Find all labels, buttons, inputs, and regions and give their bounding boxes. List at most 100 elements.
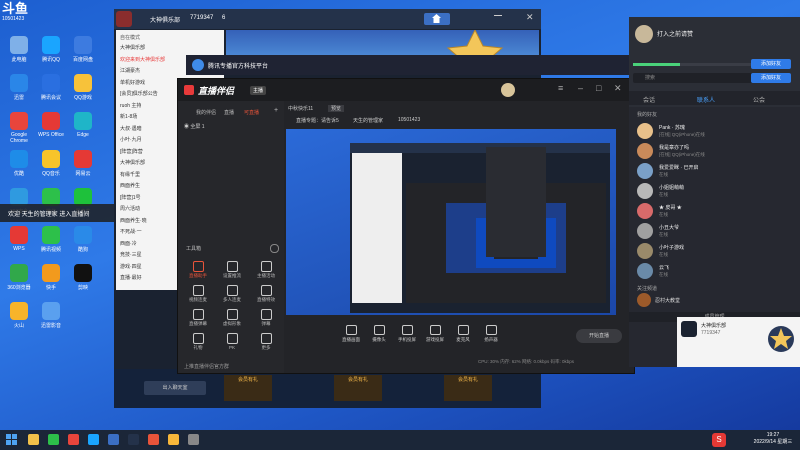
footer-tip[interactable]: 上推直播伴侣官方群 [184, 363, 229, 370]
desktop-icon[interactable]: 剪映 [68, 264, 98, 291]
file-explorer-icon[interactable] [28, 434, 39, 445]
desktop-icon[interactable]: 腾讯QQ [36, 36, 66, 63]
tool-item[interactable]: 直播弹幕 [182, 309, 214, 327]
minimize-stream-icon[interactable]: – [578, 83, 583, 93]
club-list-item[interactable]: [阵营]1号 [120, 194, 141, 201]
vip-gift-button-2[interactable]: 会员有礼 [334, 375, 382, 401]
club-list-item[interactable]: 西面养生·晓 [120, 217, 147, 224]
friend-item[interactable]: 我爱爱眯 · 已开启 在线 [629, 161, 800, 181]
desktop-icon[interactable]: Edge [68, 112, 98, 138]
tool-item[interactable]: 礼物 [182, 333, 214, 351]
qq-contact-window[interactable]: 打入之前请赞 搜索 添加好友 添加好友 会话 联系人 公会 我的好友 Pank … [629, 17, 800, 367]
desktop-icon[interactable]: 360浏览器 [4, 264, 34, 291]
app-taskbar-icon-1[interactable] [108, 434, 119, 445]
club-list-item[interactable]: 西面·冷 [120, 240, 137, 247]
club-list-item[interactable]: 大神俱乐部 [120, 44, 145, 51]
stream-taskbar-icon[interactable] [148, 434, 159, 445]
desktop-icon[interactable]: 腾讯视频 [36, 226, 66, 253]
add-friend-button-2[interactable]: 添加好友 [751, 73, 791, 83]
nav-tab-available[interactable]: 可直播 [244, 109, 259, 116]
nav-tab-mine[interactable]: 我的伴侣 [196, 109, 216, 116]
add-scene-icon[interactable]: + [274, 107, 278, 114]
desktop-icon[interactable]: 腾讯会议 [36, 74, 66, 101]
windows-start-icon[interactable] [6, 434, 18, 446]
douyu-desktop-badge[interactable]: 斗鱼 10501423 [2, 2, 38, 28]
bottom-tool[interactable]: 直播画面 [338, 325, 364, 343]
start-live-button[interactable]: 开始直播 [576, 329, 622, 343]
stream-companion-window[interactable]: 直播伴侣 主播 ≡ – □ ✕ 我的伴侣 直播 可直播 + ◉ 全屏 1 工具箱… [177, 78, 635, 374]
bottom-tool[interactable]: 麦克风 [450, 325, 476, 343]
tool-item[interactable]: 更多 [250, 333, 282, 351]
friend-item[interactable]: 小丑大爷 在线 [629, 221, 800, 241]
menu-icon[interactable]: ≡ [558, 83, 563, 93]
club-list-item[interactable]: 大神俱乐部 [120, 159, 145, 166]
club-list-item[interactable]: 不死战·一 [120, 228, 142, 235]
tool-item[interactable]: PK [216, 333, 248, 350]
add-friend-button-1[interactable]: 添加好友 [751, 59, 791, 69]
desktop-icon[interactable]: 百度网盘 [68, 36, 98, 63]
club-list-item[interactable]: 竞技·三星 [120, 251, 142, 258]
bottom-tool[interactable]: 游戏投屏 [422, 325, 448, 343]
friend-item[interactable]: 小叶子游戏 在线 [629, 241, 800, 261]
close-stream-icon[interactable]: ✕ [614, 83, 622, 94]
club-list-item[interactable]: 单机好游戏 [120, 79, 145, 86]
tool-item[interactable]: 设置推流 [216, 261, 248, 279]
club-list-item[interactable]: 直播·最好 [120, 274, 142, 281]
friend-item[interactable]: 小姐姐萌萌 在线 [629, 181, 800, 201]
app-taskbar-icon-4[interactable] [188, 434, 199, 445]
friends-section[interactable]: 我的好友 [637, 111, 657, 118]
tab-sessions[interactable]: 会话 [643, 95, 655, 104]
club-tray-card[interactable]: 大神俱乐部 7719347 [677, 317, 800, 367]
club-list-item[interactable]: [会员]俱乐部公告 [120, 90, 158, 97]
wechat-taskbar-icon[interactable] [48, 434, 59, 445]
minimize-icon[interactable] [494, 15, 502, 16]
clock[interactable]: 19:27 2022/9/14 星期三 [748, 432, 798, 445]
scene-item[interactable]: ◉ 全屏 1 [184, 123, 205, 130]
group-section[interactable]: 关注频道 [637, 285, 657, 292]
club-list-item[interactable]: 游戏·四星 [120, 263, 142, 270]
tool-item[interactable]: 视频连麦 [182, 285, 214, 303]
tool-item[interactable]: 直播助手 [182, 261, 214, 279]
desktop-icon[interactable]: 迅雷影音 [36, 302, 66, 329]
chrome-taskbar-icon[interactable] [68, 434, 79, 445]
user-avatar[interactable] [501, 83, 515, 97]
club-list-item[interactable]: 周六活动 [120, 205, 140, 212]
preview-badge[interactable]: 预览 [328, 105, 345, 112]
desktop-icon[interactable]: 快手 [36, 264, 66, 291]
bottom-tool[interactable]: 手机投屏 [394, 325, 420, 343]
qq-avatar[interactable] [635, 25, 653, 43]
bottom-tool[interactable]: 摄像头 [366, 325, 392, 343]
maximize-stream-icon[interactable]: □ [596, 83, 601, 93]
friend-item[interactable]: Pank · 苏瑰 [在线] QQ(iPhone)在线 [629, 121, 800, 141]
tool-item[interactable]: 多人连麦 [216, 285, 248, 303]
ime-icon[interactable]: S [712, 433, 726, 447]
vip-gift-button-1[interactable]: 会员有礼 [224, 375, 272, 401]
club-list-item[interactable]: 有缘千里 [120, 171, 140, 178]
tool-item[interactable]: 直播特效 [250, 285, 282, 303]
club-list-item[interactable]: 新1-8场 [120, 113, 137, 120]
desktop-icon[interactable]: 酷狗 [68, 226, 98, 253]
vip-gift-button-3[interactable]: 会员有礼 [444, 375, 492, 401]
desktop-icon[interactable]: QQ游戏 [68, 74, 98, 101]
friend-item[interactable]: 我是章亦了吗 [在线] QQ(iPhone)在线 [629, 141, 800, 161]
club-list-item[interactable]: ruoh 主持 [120, 102, 141, 109]
desktop-icon[interactable]: 网易云 [68, 150, 98, 177]
club-list-item[interactable]: 大叔·遇暗 [120, 125, 142, 132]
club-list-item[interactable]: 小叶·九月 [120, 136, 142, 143]
tab-guilds[interactable]: 公会 [753, 95, 765, 104]
app-taskbar-icon-2[interactable] [128, 434, 139, 445]
club-list-item[interactable]: 欢迎来到大神俱乐部 [120, 56, 165, 63]
group-item[interactable]: 忍村大教堂 [655, 297, 680, 304]
bottom-tool[interactable]: 扬声器 [478, 325, 504, 343]
desktop-icon[interactable]: WPS [4, 226, 34, 252]
home-button[interactable] [424, 13, 450, 25]
desktop-icon[interactable]: QQ音乐 [36, 150, 66, 177]
qq-search-input[interactable]: 搜索 [633, 73, 755, 83]
nav-tab-live[interactable]: 直播 [224, 109, 234, 116]
tool-item[interactable]: 主播活动 [250, 261, 282, 279]
friend-item[interactable]: ★ 皮哥 ★ 在线 [629, 201, 800, 221]
app-taskbar-icon-3[interactable] [168, 434, 179, 445]
club-list-item[interactable]: [阵营]阵营 [120, 148, 143, 155]
tools-settings-icon[interactable] [270, 244, 279, 253]
desktop-icon[interactable]: Google Chrome [4, 112, 34, 144]
